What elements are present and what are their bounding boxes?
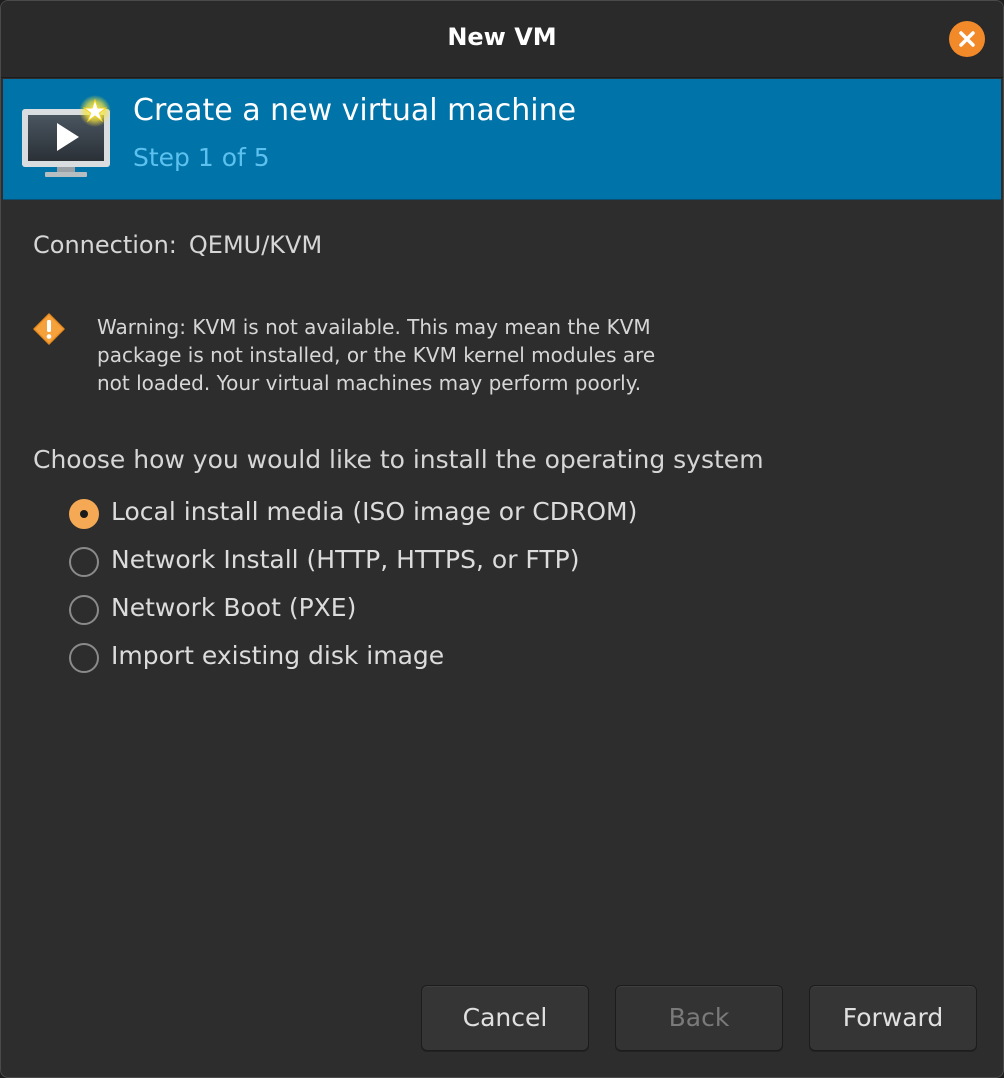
new-vm-monitor-icon: [22, 95, 111, 177]
connection-value: QEMU/KVM: [188, 231, 323, 259]
warning-line: Warning: KVM is not available. This may …: [97, 315, 651, 339]
window-title: New VM: [447, 23, 557, 51]
banner-title: Create a new virtual machine: [133, 93, 577, 128]
header-banner: Create a new virtual machine Step 1 of 5: [3, 79, 1001, 200]
step-indicator: Step 1 of 5: [133, 143, 270, 172]
close-button[interactable]: [949, 21, 985, 57]
warning-icon: [33, 313, 65, 345]
install-method-prompt: Choose how you would like to install the…: [33, 445, 764, 474]
radio-label: Network Boot (PXE): [111, 593, 357, 622]
new-vm-dialog: New VM Create a new virtual machine Step…: [0, 0, 1004, 1078]
radio-button[interactable]: [69, 595, 99, 625]
radio-network-install[interactable]: Network Install (HTTP, HTTPS, or FTP): [69, 539, 769, 579]
cancel-button[interactable]: Cancel: [421, 985, 589, 1051]
radio-network-boot[interactable]: Network Boot (PXE): [69, 587, 769, 627]
connection-label: Connection:: [33, 231, 177, 259]
warning-line: package is not installed, or the KVM ker…: [97, 343, 656, 367]
radio-label: Import existing disk image: [111, 641, 445, 670]
back-button[interactable]: Back: [615, 985, 783, 1051]
close-icon: [959, 31, 975, 47]
forward-button[interactable]: Forward: [809, 985, 977, 1051]
radio-label: Network Install (HTTP, HTTPS, or FTP): [111, 545, 580, 574]
title-bar: New VM: [1, 1, 1003, 78]
radio-local-install-media[interactable]: Local install media (ISO image or CDROM): [69, 491, 769, 531]
radio-import-disk-image[interactable]: Import existing disk image: [69, 635, 769, 675]
kvm-warning-message: Warning: KVM is not available. This may …: [97, 313, 717, 397]
radio-label: Local install media (ISO image or CDROM): [111, 497, 638, 526]
radio-button-selected[interactable]: [69, 499, 99, 529]
radio-button[interactable]: [69, 547, 99, 577]
radio-button[interactable]: [69, 643, 99, 673]
warning-line: not loaded. Your virtual machines may pe…: [97, 371, 642, 395]
connection-row: Connection: QEMU/KVM: [33, 231, 322, 259]
